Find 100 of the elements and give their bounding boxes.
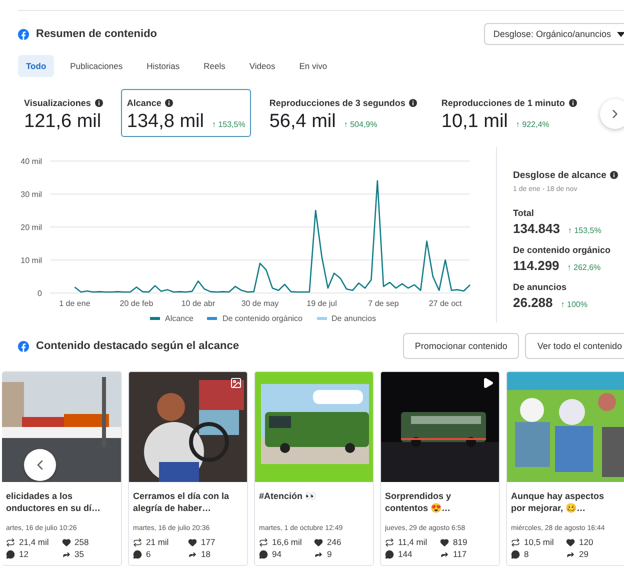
shares-count: 18 [201, 549, 210, 559]
breakdown-dropdown[interactable]: Desglose: Orgánico/anuncios [484, 23, 624, 45]
comment-icon [385, 550, 394, 558]
image-icon [230, 377, 242, 389]
breakdown-label: De anuncios [513, 282, 568, 292]
metric-label: Reproducciones de 3 segundos [269, 98, 406, 108]
post-caption: Aunque hay aspectos por mejorar, 🥴… [510, 490, 606, 516]
reach-count: 16,6 mil [272, 537, 302, 547]
likes-count: 258 [74, 537, 89, 547]
action-button[interactable]: Promocionar contenido [402, 333, 520, 359]
share-icon [188, 550, 197, 558]
post-caption: Sorprendidos y contentos 😍… [384, 490, 452, 516]
info-icon[interactable] [165, 99, 174, 107]
reach-icon [385, 538, 394, 546]
axis-label: 10 de abr [181, 299, 216, 308]
likes-count: 819 [453, 537, 468, 547]
section-title: Resumen de contenido [36, 28, 158, 40]
axis-label: 20 mil [20, 223, 42, 232]
reach-icon [6, 538, 15, 546]
likes-count: 177 [201, 537, 216, 547]
reach-count: 21,4 mil [19, 537, 49, 547]
breakdown-value: 114.299 [513, 258, 560, 273]
info-icon[interactable] [94, 99, 103, 107]
play-icon [482, 377, 494, 389]
tab[interactable]: Publicaciones [62, 55, 131, 77]
comment-icon [511, 550, 520, 558]
info-icon[interactable] [409, 99, 418, 107]
comments-count: 8 [524, 549, 529, 559]
likes-count: 120 [579, 537, 594, 547]
heart-icon [314, 538, 323, 546]
axis-label: 20 de feb [120, 299, 154, 308]
share-icon [440, 550, 449, 558]
breakdown-value: 26.288 [513, 295, 553, 310]
legend-item: De contenido orgánico [207, 314, 303, 323]
comments-count: 144 [398, 549, 412, 559]
caret-icon [617, 32, 624, 36]
reach-count: 10,5 mil [524, 537, 554, 547]
info-icon[interactable] [568, 99, 577, 107]
metric-value: 134,8 mil [126, 111, 204, 133]
comment-icon [259, 550, 268, 558]
post-caption: #Atención 👀 [258, 490, 318, 503]
tab[interactable]: Historias [138, 55, 188, 77]
share-icon [62, 550, 70, 558]
post-caption: Cerramos el día con la alegría de haber… [132, 490, 230, 516]
tab[interactable]: Todo [18, 55, 54, 77]
comment-icon [6, 550, 15, 558]
axis-label: 1 de ene [59, 299, 90, 308]
metric-value: 56,4 mil [269, 111, 336, 133]
tab[interactable]: Reels [196, 55, 234, 77]
reach-icon [511, 538, 520, 546]
change-text: ↑ 100% [560, 300, 588, 309]
metric-value: 10,1 mil [441, 111, 508, 133]
shares-count: 35 [74, 549, 84, 559]
metric-card[interactable]: Reproducciones de 1 minuto 10,1 mil ↑ 922,4% [435, 89, 583, 137]
heart-icon [566, 538, 575, 546]
reach-icon [133, 538, 142, 546]
comments-count: 94 [272, 549, 282, 559]
reach-count: 11,4 mil [398, 537, 428, 547]
shares-count: 9 [327, 549, 332, 559]
share-icon [314, 550, 323, 558]
comments-count: 12 [19, 549, 28, 559]
axis-label: 7 de sep [368, 299, 399, 308]
metric-label: Reproducciones de 1 minuto [441, 98, 565, 108]
heart-icon [188, 538, 197, 546]
change-text: ↑ 922,4% [516, 120, 550, 129]
facebook-logo-icon [18, 340, 29, 352]
heart-icon [440, 538, 449, 546]
info-icon[interactable] [610, 171, 618, 179]
change-text: ↑ 504,9% [344, 120, 378, 129]
reach-icon [259, 538, 268, 546]
likes-count: 246 [327, 537, 342, 547]
post-caption: elicidades a los onductores en su dí… [5, 490, 102, 516]
axis-label: 30 mil [20, 190, 42, 199]
section-title: Contenido destacado según el alcance [36, 340, 239, 352]
reach-count: 21 mil [146, 537, 169, 547]
axis-label: 19 de jul [306, 299, 337, 308]
breakdown-label: Total [513, 208, 535, 218]
metric-card[interactable]: Alcance 134,8 mil ↑ 153,5% [120, 89, 252, 137]
metric-card[interactable]: Visualizaciones 121,6 mil [18, 89, 109, 137]
comments-count: 6 [146, 549, 151, 559]
axis-label: 30 de may [241, 299, 279, 308]
metric-value: 121,6 mil [24, 111, 102, 133]
change-text: ↑ 262,6% [567, 263, 601, 272]
action-button[interactable]: Ver todo el contenido [525, 333, 624, 359]
metric-label: Alcance [126, 98, 162, 108]
breakdown-label: De contenido orgánico [513, 245, 612, 255]
axis-label: 27 de oct [428, 299, 462, 308]
metric-card[interactable]: Reproducciones de 3 segundos 56,4 mil ↑ 504,9% [263, 89, 424, 137]
legend-item: Alcance [150, 314, 194, 323]
change-text: ↑ 153,5% [568, 226, 602, 235]
panel-title: Desglose de alcance [513, 170, 606, 181]
comment-icon [133, 550, 142, 558]
share-icon [566, 550, 575, 558]
shares-count: 29 [579, 549, 588, 559]
axis-label: 10 mil [20, 256, 42, 265]
shares-count: 117 [453, 549, 467, 559]
tab[interactable]: En vivo [291, 55, 336, 77]
change-text: ↑ 153,5% [212, 120, 246, 129]
axis-label: 0 [38, 289, 42, 298]
tab[interactable]: Videos [241, 55, 284, 77]
